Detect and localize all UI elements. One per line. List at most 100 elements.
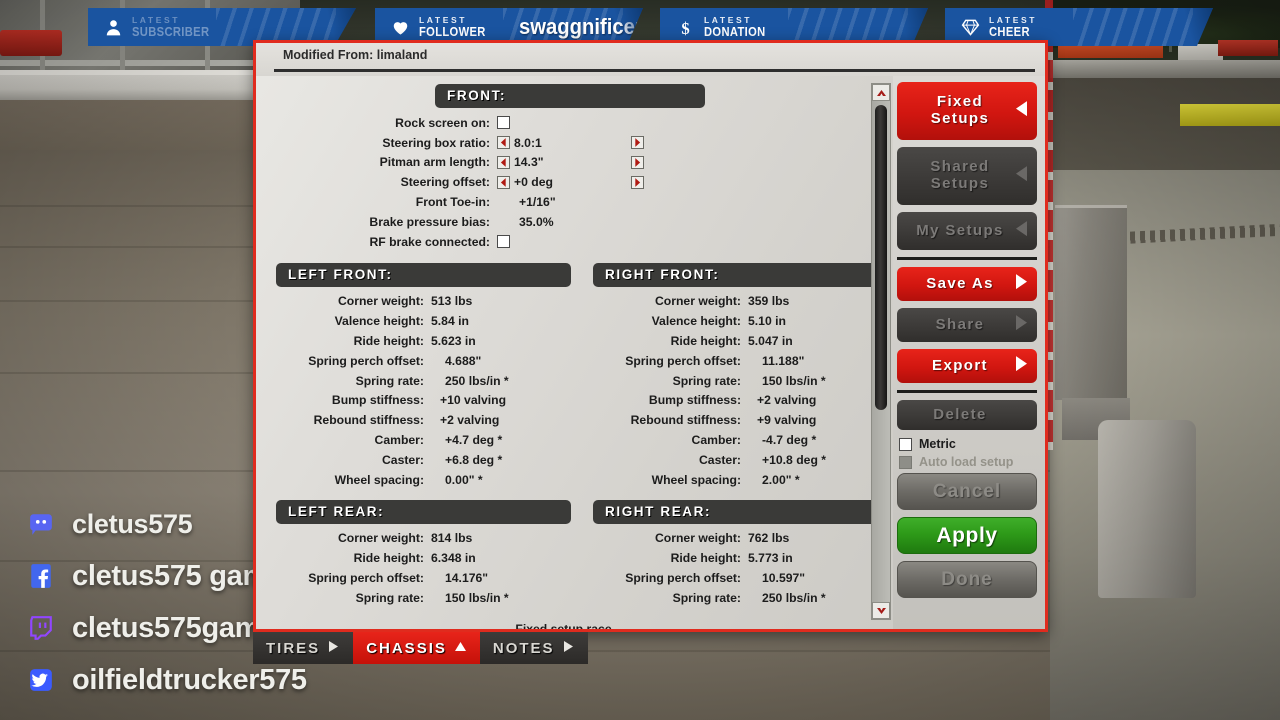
section-header-right-rear: RIGHT REAR: [593,499,871,524]
social-handle: oilfieldtrucker575 [72,663,307,696]
row-value: 5.10 in [748,314,786,329]
row-value: 150 lbs/in * [762,373,826,388]
triangle-right-icon [327,640,340,657]
row-label: Ride height: [670,334,741,349]
share-button[interactable]: Share [897,308,1037,342]
chevron-up-icon[interactable] [872,84,890,101]
alert-kind-label: CHEER [989,24,1030,40]
row-value: 5.84 in [431,314,469,329]
row-label: Valence height: [334,314,424,329]
row-value: 4.688" [445,353,482,368]
heart-icon [389,18,411,37]
row-value: 2.00" * [762,472,800,487]
export-button[interactable]: Export [897,349,1037,383]
row-value: +0 deg [514,175,553,190]
auto-load-setup-checkbox [899,455,912,469]
row-value: 5.623 in [431,334,476,349]
row-label: Spring rate: [355,590,424,605]
row-value: 14.3" [514,155,544,170]
fixed-setups-button[interactable]: Fixed Setups [897,82,1037,140]
sidebar-divider [897,257,1037,260]
row-label: Rebound stiffness: [630,413,741,428]
row-label: Ride height: [353,551,424,566]
alert-kind-label: FOLLOWER [419,24,486,40]
row-value: +1/16" [519,195,556,210]
metric-label: Metric [919,437,956,451]
delete-button[interactable]: Delete [897,400,1037,430]
setup-dialog-sidebar: Fixed Setups Shared Setups My Setups Sav… [893,76,1045,629]
tab-tires[interactable]: TIRES [253,632,354,664]
rf-brake-connected-checkbox[interactable] [497,235,510,249]
metric-checkbox[interactable] [899,437,912,451]
tab-notes[interactable]: NOTES [479,632,588,664]
scrollbar-trough[interactable] [872,101,890,602]
row-value: 814 lbs [431,531,473,546]
row-label: Steering box ratio: [382,135,490,150]
triangle-up-icon [454,640,467,657]
setup-row: Pitman arm length: 14.3" [260,153,867,173]
row-label: Corner weight: [338,294,424,309]
tab-chassis[interactable]: CHASSIS [353,632,480,664]
row-label: Camber: [374,433,424,448]
setup-row: Front Toe-in: +1/16" [260,192,867,212]
done-button[interactable]: Done [897,561,1037,598]
triangle-right-icon [562,640,575,657]
alert-latest-label: LATEST [704,14,753,25]
front-rows: Rock screen on: Steering box ratio: 8.0:… [260,113,867,252]
row-value: +4.7 deg * [445,433,503,448]
row-value: 150 lbs/in * [445,590,509,605]
row-value: 11.188" [762,353,805,368]
alert-kind-label: SUBSCRIBER [132,24,210,40]
twitter-icon [24,667,58,693]
shared-setups-label: Shared Setups [930,158,990,192]
car-setup-dialog: Modified From: limaland FRONT: Rock scre… [253,40,1048,632]
row-label: Bump stiffness: [648,393,741,408]
tab-notes-label: NOTES [492,639,555,657]
save-as-button[interactable]: Save As [897,267,1037,301]
row-label: Ride height: [353,334,424,349]
chevron-down-icon[interactable] [872,602,890,619]
setup-row: RF brake connected: [260,232,867,252]
row-label: Ride height: [670,551,741,566]
setup-dialog-header: Modified From: limaland [256,43,1045,76]
row-value: 359 lbs [748,294,790,309]
row-label: Corner weight: [655,531,741,546]
increment-icon[interactable] [630,136,644,150]
setup-scroll-region[interactable]: FRONT: Rock screen on: Steering box rati… [256,76,871,629]
setup-tab-bar: TIRES CHASSIS NOTES [253,632,588,664]
row-value: 35.0% [519,214,554,229]
row-label: Spring perch offset: [308,353,424,368]
increment-icon[interactable] [630,155,644,169]
row-label: Brake pressure bias: [369,214,490,229]
decrement-icon[interactable] [497,136,510,150]
metric-option-row[interactable]: Metric [899,437,1039,451]
triangle-left-icon [1015,166,1028,186]
triangle-right-icon [1015,315,1028,335]
scrollbar-thumb[interactable] [875,105,887,410]
fixed-setup-note: Fixed setup race [515,621,612,629]
decrement-icon[interactable] [497,155,510,169]
vertical-scrollbar[interactable] [871,83,891,620]
setup-row: Steering box ratio: 8.0:1 [260,133,867,153]
row-value: +6.8 deg * [445,452,503,467]
row-value: 762 lbs [748,531,790,546]
my-setups-button[interactable]: My Setups [897,212,1037,250]
decrement-icon[interactable] [497,175,510,189]
row-label: Caster: [699,452,741,467]
modified-from-label: Modified From: limaland [283,48,428,62]
row-label: RF brake connected: [369,234,490,249]
row-value: +2 valving [440,413,500,428]
cancel-button[interactable]: Cancel [897,473,1037,510]
increment-icon[interactable] [630,175,644,189]
alert-latest-label: LATEST [419,14,468,25]
row-label: Spring rate: [355,373,424,388]
gem-icon [959,18,981,37]
row-label: Spring perch offset: [308,571,424,586]
setup-row: Steering offset: +0 deg [260,172,867,192]
shared-setups-button[interactable]: Shared Setups [897,147,1037,205]
front-corner-columns: LEFT FRONT: Corner weight: 513 lbs Valenc… [260,262,871,490]
rock-screen-checkbox[interactable] [497,116,510,130]
apply-button[interactable]: Apply [897,517,1037,554]
section-header-right-front: RIGHT FRONT: [593,262,871,287]
row-value: 5.047 in [748,334,793,349]
